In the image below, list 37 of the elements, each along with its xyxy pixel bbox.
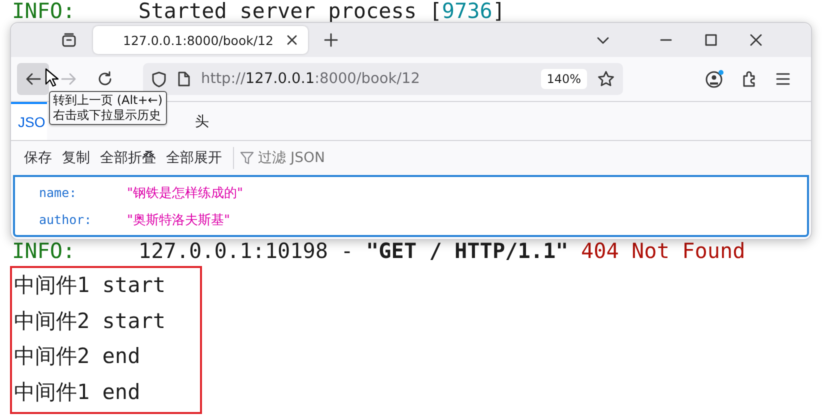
filter-icon xyxy=(240,151,254,165)
url-text[interactable]: http://127.0.0.1:8000/book/12 xyxy=(201,71,531,87)
toolbar-button[interactable]: 保存 xyxy=(19,149,57,167)
menu-icon[interactable] xyxy=(775,71,791,87)
account-icon[interactable] xyxy=(705,69,725,89)
star-icon[interactable] xyxy=(597,70,615,88)
maximize-icon[interactable] xyxy=(705,34,717,46)
tab-manager-icon[interactable] xyxy=(61,32,77,48)
back-button[interactable] xyxy=(17,63,49,95)
json-value: "钢铁是怎样练成的" xyxy=(127,184,243,202)
toolbar-button[interactable]: 复制 xyxy=(57,149,95,167)
zoom-level-button[interactable]: 140% xyxy=(540,69,587,89)
terminal-line: 中间件2 start xyxy=(13,308,166,334)
viewer-tab[interactable]: JSO xyxy=(11,102,48,140)
close-icon[interactable] xyxy=(750,34,762,46)
toolbar-button[interactable]: 全部折叠 xyxy=(95,149,161,167)
page-icon xyxy=(177,71,191,87)
terminal-line: INFO: Started server process [9736] xyxy=(11,0,506,24)
tooltip: 转到上一页 (Alt+←) 右击或下拉显示历史 xyxy=(49,91,167,125)
json-key: author: xyxy=(15,212,127,227)
json-key: name: xyxy=(15,185,127,200)
cursor-icon xyxy=(45,68,59,88)
shield-icon[interactable] xyxy=(151,70,167,88)
browser-tab[interactable]: 127.0.0.1:8000/book/12 xyxy=(93,26,308,54)
tab-title: 127.0.0.1:8000/book/12 xyxy=(123,32,274,48)
terminal-line: 中间件1 start xyxy=(13,272,166,299)
new-tab-icon[interactable] xyxy=(324,33,338,47)
filter-field[interactable]: 过滤 JSON xyxy=(240,150,378,166)
toolbar-button[interactable]: 全部展开 xyxy=(161,149,227,167)
close-icon[interactable] xyxy=(286,34,298,46)
address-bar[interactable]: http://127.0.0.1:8000/book/12 140% xyxy=(143,63,623,95)
viewer-tab[interactable]: 头 xyxy=(187,102,218,140)
terminal-line: 中间件2 end xyxy=(13,343,140,370)
json-value: "奥斯特洛夫斯基" xyxy=(127,212,230,228)
terminal-line: 中间件1 end xyxy=(13,378,140,406)
reload-icon xyxy=(96,70,114,88)
terminal-line: INFO: 127.0.0.1:10198 - "GET / HTTP/1.1" 404 Not Found xyxy=(11,238,746,265)
